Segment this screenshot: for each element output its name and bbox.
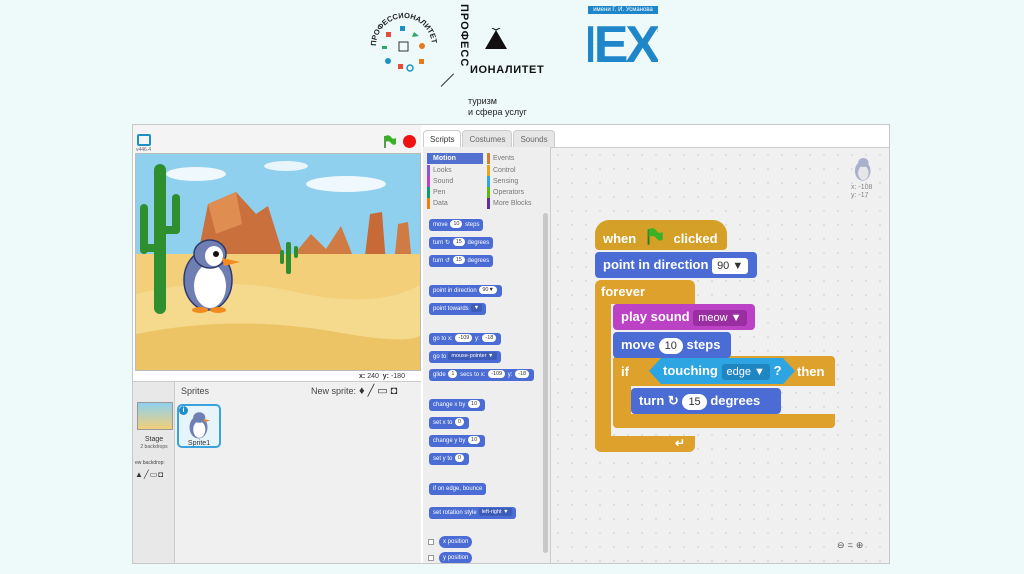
zoom-controls: ⊖=⊕ (837, 540, 866, 551)
stage-column: Stage 2 backdrops ew backdrop: ▲╱▭◘ (133, 382, 175, 563)
forever-block-arm (595, 298, 611, 448)
rotate-right-icon: ↻ (445, 240, 451, 246)
category-control[interactable]: Control (487, 165, 543, 176)
tagline: туризм и сфера услуг (468, 96, 527, 117)
palette-x-position-reporter[interactable]: x position (439, 536, 473, 548)
header-divider (440, 73, 455, 87)
zoom-in-icon[interactable]: ⊕ (856, 540, 867, 550)
scratch-editor: v446.4 x: 240 y: -180 Stage 2 backdrops … (132, 124, 890, 564)
zoom-reset-icon[interactable]: = (848, 540, 856, 550)
palette-move-block[interactable]: move 10 steps (429, 219, 484, 231)
palette-change-x-block[interactable]: change x by 10 (429, 399, 486, 411)
forever-label: forever (601, 284, 646, 299)
if-label: if (621, 364, 629, 379)
new-backdrop-icons: ▲╱▭◘ (135, 470, 164, 479)
palette-bounce-block[interactable]: if on edge, bounce (429, 483, 487, 495)
palette-rotation-style-block[interactable]: set rotation style left-right ▼ (429, 507, 516, 519)
green-flag-icon[interactable] (383, 135, 397, 149)
category-looks[interactable]: Looks (427, 165, 483, 176)
block-palette: Motion Looks Sound Pen Data Events Contr… (423, 147, 551, 563)
new-sprite-label: New sprite: (311, 386, 357, 396)
steps-input[interactable]: 10 (658, 338, 683, 354)
stage-label: Stage (144, 436, 164, 443)
direction-input[interactable]: 90 ▼ (712, 258, 749, 274)
sprites-title: Sprites (181, 386, 210, 396)
camera-icon[interactable]: ◘ (158, 470, 164, 479)
penguin-sprite[interactable] (180, 234, 244, 314)
sprite-position-readout: x: -108 y: -17 (851, 184, 873, 199)
palette-turn-right-block[interactable]: turn ↻ 15 degrees (429, 237, 494, 249)
loop-arrow-icon: ↵ (675, 436, 686, 450)
category-sound[interactable]: Sound (427, 176, 483, 187)
scripts-area[interactable]: x: -108 y: -17 ↵ forever if then when cl… (551, 147, 889, 563)
sprite-name: Sprite1 (187, 440, 211, 447)
professionalitet-horizontal-text: ИОНАЛИТЕТ (470, 64, 545, 76)
point-in-direction-block[interactable]: point in direction 90 ▼ (595, 252, 757, 278)
stage-thumbnail[interactable] (137, 402, 173, 430)
palette-point-towards-block[interactable]: point towards ▼ (429, 303, 487, 315)
sprites-pane: Stage 2 backdrops ew backdrop: ▲╱▭◘ Spri… (133, 381, 421, 563)
professionalitet-vertical-text: ПРОФЕСС (458, 4, 470, 68)
tent-icon (485, 28, 507, 49)
palette-point-direction-block[interactable]: point in direction 90▼ (429, 285, 502, 297)
zoom-out-icon[interactable]: ⊖ (837, 540, 848, 550)
sound-dropdown[interactable]: meow ▼ (693, 310, 747, 326)
move-steps-block[interactable]: move 10 steps (613, 332, 731, 358)
sprite-card-sprite1[interactable]: i Sprite1 (177, 404, 221, 448)
stop-icon[interactable] (403, 135, 416, 148)
current-sprite-icon (854, 157, 871, 181)
category-data[interactable]: Data (427, 198, 483, 209)
palette-change-y-block[interactable]: change y by 10 (429, 435, 486, 447)
palette-turn-left-block[interactable]: turn ↺ 15 degrees (429, 255, 494, 267)
stage-coordinates: x: 240 y: -180 (359, 373, 405, 380)
palette-glide-block[interactable]: glide 1 secs to x: -109 y: -18 (429, 369, 535, 381)
palette-scrollbar[interactable] (543, 213, 548, 553)
penguin-thumbnail (189, 412, 211, 439)
paint-icon[interactable]: ▲ (135, 470, 144, 479)
camera-icon[interactable]: ◘ (391, 385, 401, 397)
category-motion[interactable]: Motion (427, 153, 483, 164)
touching-dropdown[interactable]: edge ▼ (721, 364, 770, 380)
chesh-logo: имени Г. И. Усманова ЧЕХТ (560, 6, 692, 74)
green-flag-icon (647, 228, 663, 245)
tab-costumes[interactable]: Costumes (462, 130, 513, 148)
chesh-letters: ЧЕХТ (560, 16, 692, 74)
new-sprite-icons: ♦╱▭◘ (359, 384, 400, 397)
palette-goto-block[interactable]: go to mouse-pointer ▼ (429, 351, 501, 363)
stage-canvas[interactable] (135, 153, 421, 371)
turn-degrees-block[interactable]: turn ↻ 15 degrees (631, 388, 781, 414)
category-operators[interactable]: Operators (487, 187, 543, 198)
when-flag-clicked-block[interactable]: when clicked (595, 220, 727, 250)
x-position-checkbox[interactable] (428, 539, 434, 545)
desert-backdrop (136, 154, 420, 370)
y-position-checkbox[interactable] (428, 555, 434, 561)
tab-sounds[interactable]: Sounds (513, 130, 555, 148)
rotate-left-icon: ↺ (445, 258, 451, 264)
category-events[interactable]: Events (487, 153, 543, 164)
svg-text:ЧЕХТ: ЧЕХТ (588, 16, 658, 68)
category-more-blocks[interactable]: More Blocks (487, 198, 543, 209)
palette-goto-xy-block[interactable]: go to x: -109 y: -18 (429, 333, 502, 345)
stage-toolbar: v446.4 (133, 125, 421, 153)
play-sound-block[interactable]: play sound meow ▼ (613, 304, 755, 330)
palette-set-y-block[interactable]: set y to 0 (429, 453, 470, 465)
professionalitet-round-logo: ПРОФЕССИОНАЛИТЕТ (369, 11, 439, 72)
sprite-library-icon[interactable]: ♦ (359, 385, 368, 397)
new-backdrop-label: ew backdrop: (135, 460, 165, 466)
touching-block[interactable]: touching edge ▼ ? (663, 363, 782, 380)
tab-scripts[interactable]: Scripts (423, 130, 462, 148)
rotate-right-icon: ↻ (667, 393, 679, 408)
then-label: then (797, 364, 825, 379)
palette-y-position-reporter[interactable]: y position (439, 552, 473, 563)
paint-sprite-icon[interactable]: ╱ (368, 385, 378, 397)
category-pen[interactable]: Pen (427, 187, 483, 198)
degrees-input[interactable]: 15 (682, 394, 707, 410)
if-block-bottom (613, 414, 835, 428)
backdrop-count: 2 backdrops (140, 444, 168, 450)
category-sensing[interactable]: Sensing (487, 176, 543, 187)
editor-tabs: Scripts Costumes Sounds (423, 129, 556, 148)
palette-set-x-block[interactable]: set x to 0 (429, 417, 470, 429)
upload-sprite-icon[interactable]: ▭ (377, 385, 390, 397)
fullscreen-icon[interactable] (137, 134, 151, 146)
